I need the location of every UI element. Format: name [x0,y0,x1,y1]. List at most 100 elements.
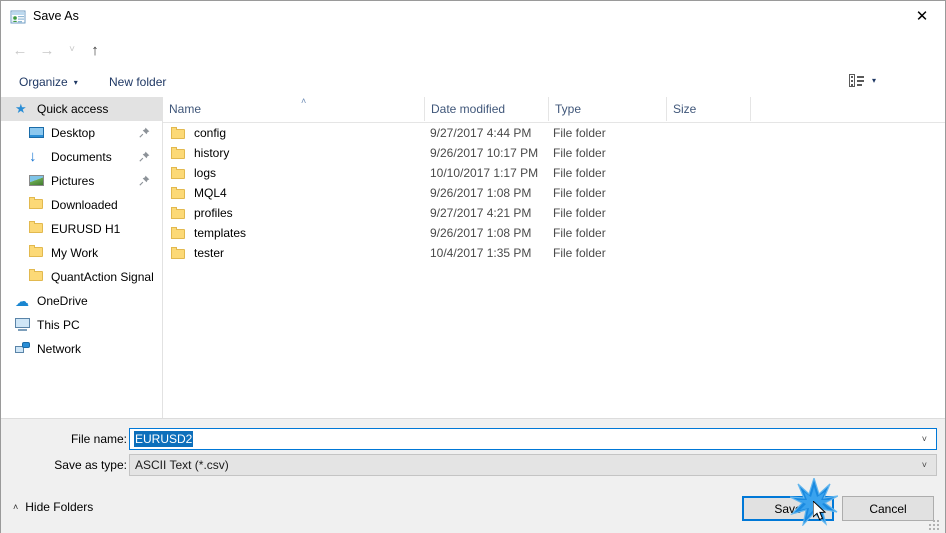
organize-button[interactable]: Organize ▾ [14,72,83,92]
chevron-up-icon: ˄ [13,502,19,512]
sidebar-item-eurusd-h1[interactable]: EURUSD H1 [1,217,162,241]
sidebar-item-my-work[interactable]: My Work [1,241,162,265]
table-row[interactable]: MQL4 9/26/2017 1:08 PM File folder [163,183,945,203]
sidebar-item-onedrive[interactable]: ☁ OneDrive [1,289,162,313]
table-row[interactable]: profiles 9/27/2017 4:21 PM File folder [163,203,945,223]
navigation-bar: ← → ˅ ↑ « Roaming ❯ MetaQuotes ❯ Termina… [1,33,945,93]
date-modified-cell: 9/26/2017 10:17 PM [430,146,539,160]
sidebar-item-label: My Work [51,246,99,260]
table-row[interactable]: logs 10/10/2017 1:17 PM File folder [163,163,945,183]
folder-icon [171,207,186,219]
forward-button[interactable]: → [36,39,58,61]
network-icon [15,341,31,357]
table-row[interactable]: history 9/26/2017 10:17 PM File folder [163,143,945,163]
sidebar-item-label: Pictures [51,174,95,188]
file-name-cell: tester [171,246,224,260]
column-header-date-modified[interactable]: Date modified [425,97,549,121]
back-button[interactable]: ← [9,39,31,61]
save-as-type-select[interactable]: ASCII Text (*.csv) ˅ [129,454,937,476]
file-name-text: templates [194,226,247,240]
file-name-cell: config [171,126,226,140]
recent-locations-button[interactable]: ˅ [61,39,83,61]
column-header-name[interactable]: Name ˄ [163,96,425,121]
column-header-row: Name ˄ Date modified Type Size [163,96,945,123]
table-row[interactable]: config 9/27/2017 4:44 PM File folder [163,123,945,143]
folder-icon [29,197,45,213]
documents-icon: ↓ [29,148,37,165]
title-bar: Save As ✕ [1,1,945,33]
type-cell: File folder [553,226,606,240]
chevron-down-icon[interactable]: ˅ [922,434,936,444]
file-name-cell: templates [171,226,246,240]
content-area: ★ Quick access Desktop ↓ Documents Pictures Do… [1,96,945,418]
up-button[interactable]: ↑ [84,39,106,61]
folder-icon [29,269,45,285]
file-name-text: tester [194,246,225,260]
sidebar-item-network[interactable]: Network [1,337,162,361]
navigation-pane: ★ Quick access Desktop ↓ Documents Pictures Do… [1,97,162,418]
column-header-type[interactable]: Type [549,97,667,121]
save-as-app-icon [10,9,26,25]
folder-icon [171,127,186,139]
file-name-value: EURUSD2 [134,431,194,447]
chevron-down-icon[interactable]: ˅ [922,460,936,470]
sidebar-item-quick-access[interactable]: ★ Quick access [1,97,162,121]
date-modified-cell: 9/27/2017 4:21 PM [430,206,532,220]
pictures-icon [29,173,45,189]
new-folder-label: New folder [109,75,167,89]
save-button[interactable]: Save [742,496,834,521]
sidebar-item-desktop[interactable]: Desktop [1,121,162,145]
sort-ascending-icon: ˄ [301,96,307,106]
folder-icon [29,221,45,237]
new-folder-button[interactable]: New folder [104,72,171,92]
type-cell: File folder [553,246,606,260]
save-as-type-label: Save as type: [54,458,127,472]
date-modified-cell: 9/26/2017 1:08 PM [430,226,532,240]
sidebar-item-label: Documents [51,150,112,164]
file-name-cell: history [171,146,229,160]
type-cell: File folder [553,166,606,180]
sidebar-item-documents[interactable]: ↓ Documents [1,145,162,169]
folder-icon [171,187,186,199]
file-name-input[interactable]: EURUSD2 ˅ [129,428,937,450]
close-button[interactable]: ✕ [899,1,945,32]
organize-label: Organize [19,75,68,89]
chevron-down-icon: ▾ [73,77,78,87]
pin-icon[interactable] [139,175,150,186]
sidebar-item-pictures[interactable]: Pictures [1,169,162,193]
date-modified-cell: 9/27/2017 4:44 PM [430,126,532,140]
view-list-icon [849,74,864,87]
folder-icon [171,247,186,259]
table-row[interactable]: templates 9/26/2017 1:08 PM File folder [163,223,945,243]
sidebar-item-quantaction-signal[interactable]: QuantAction Signal [1,265,162,289]
pin-icon[interactable] [139,151,150,162]
sidebar-item-downloaded[interactable]: Downloaded [1,193,162,217]
file-name-cell: logs [171,166,216,180]
sidebar-item-label: Downloaded [51,198,118,212]
toolbar: Organize ▾ New folder ▾ ? [1,66,945,156]
type-cell: File folder [553,146,606,160]
hide-folders-button[interactable]: ˄ Hide Folders [13,500,93,514]
file-rows: config 9/27/2017 4:44 PM File folder histor… [163,123,945,263]
sidebar-item-this-pc[interactable]: This PC [1,313,162,337]
file-name-cell: profiles [171,206,233,220]
date-modified-cell: 9/26/2017 1:08 PM [430,186,532,200]
file-name-text: logs [194,166,217,180]
hide-folders-label: Hide Folders [25,500,94,514]
type-cell: File folder [553,206,606,220]
column-label: Size [673,102,697,116]
date-modified-cell: 10/10/2017 1:17 PM [430,166,539,180]
cancel-button-label: Cancel [869,501,907,516]
column-header-size[interactable]: Size [667,97,751,121]
file-name-label: File name: [70,432,127,446]
folder-icon [171,167,186,179]
table-row[interactable]: tester 10/4/2017 1:35 PM File folder [163,243,945,263]
pin-icon[interactable] [139,127,150,138]
sidebar-item-label: OneDrive [37,294,88,308]
resize-grip[interactable] [929,520,939,530]
folder-icon [29,245,45,261]
cancel-button[interactable]: Cancel [842,496,934,521]
save-button-label: Save [774,501,802,516]
view-options-button[interactable]: ▾ [849,74,876,87]
pane-splitter[interactable] [162,97,163,418]
